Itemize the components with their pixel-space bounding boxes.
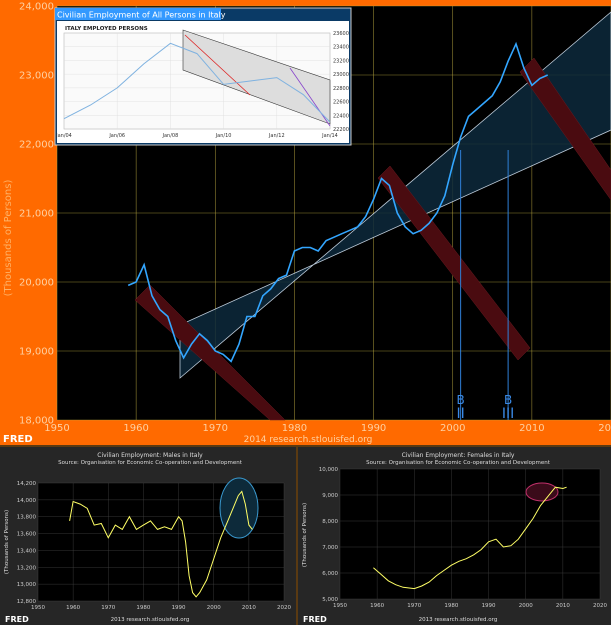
main-fred-logo: FRED [3, 434, 33, 445]
inset-title: Civilian Employment of All Persons in It… [57, 11, 226, 20]
males-fred-logo: FRED [5, 615, 29, 624]
inset-x-tick-label: Jan/12 [268, 133, 285, 139]
males-footer: 2013 research.stlouisfed.org [111, 617, 190, 623]
males-title: Civilian Employment: Males in Italy [97, 452, 203, 459]
inset-y-tick-label: 22600 [333, 100, 349, 106]
main-x-tick-label: 1960 [123, 423, 148, 434]
females-x-tick-label: 1960 [370, 603, 384, 609]
main-y-tick-label: 19,000 [19, 347, 54, 358]
main-y-tick-label: 22,000 [19, 140, 54, 151]
females-source: Source: Organisation for Economic Co-ope… [366, 460, 551, 466]
males-x-tick-label: 1990 [172, 605, 186, 611]
inset-x-tick-label: Jan/06 [108, 133, 125, 139]
main-marker-roman: III [502, 406, 514, 422]
inset-y-tick-label: 23400 [333, 45, 349, 51]
males-x-tick-label: 2000 [207, 605, 221, 611]
females-y-tick-label: 7,000 [322, 545, 338, 551]
females-y-tick-label: 8,000 [322, 519, 338, 525]
females-footer: 2013 research.stlouisfed.org [419, 617, 498, 623]
males-x-tick-label: 1980 [136, 605, 150, 611]
females-x-tick-label: 1970 [407, 603, 421, 609]
inset-chart: Civilian Employment of All Persons in It… [54, 7, 352, 146]
males-y-tick-label: 13,800 [17, 515, 37, 521]
males-x-tick-label: 1970 [101, 605, 115, 611]
females-y-tick-label: 10,000 [319, 467, 339, 473]
females-y-tick-label: 9,000 [322, 493, 338, 499]
inset-x-tick-label: Jan/04 [55, 133, 72, 139]
males-x-tick-label: 2020 [277, 605, 291, 611]
inset-subtitle: ITALY EMPLOYED PERSONS [65, 26, 148, 32]
females-title: Civilian Employment: Females in Italy [402, 452, 515, 459]
males-y-tick-label: 14,200 [17, 481, 37, 487]
females-y-axis-label: (Thousands of Persons) [302, 503, 308, 567]
main-y-tick-label: 24,000 [19, 2, 54, 13]
main-chart: BIIBIII 24,00023,00022,00021,00020,00019… [0, 0, 611, 445]
main-x-tick-label: 1980 [282, 423, 307, 434]
inset-y-tick-label: 22800 [333, 86, 349, 92]
females-y-tick-label: 6,000 [322, 571, 338, 577]
inset-y-tick-label: 23200 [333, 58, 349, 64]
males-x-tick-label: 1960 [66, 605, 80, 611]
inset-y-tick-label: 23000 [333, 72, 349, 78]
inset-x-tick-label: Jan/08 [162, 133, 179, 139]
males-y-tick-label: 13,600 [17, 532, 37, 538]
main-marker-letter: B [457, 393, 465, 407]
main-footer: 2014 research.stlouisfed.org [244, 435, 373, 445]
males-x-tick-label: 1950 [31, 605, 45, 611]
main-x-tick-label: 1970 [203, 423, 228, 434]
females-chart: Civilian Employment: Females in Italy So… [298, 447, 611, 625]
females-x-tick-label: 2020 [593, 603, 607, 609]
males-y-tick-label: 13,000 [17, 582, 37, 588]
males-x-tick-label: 2010 [242, 605, 256, 611]
females-x-tick-label: 1980 [444, 603, 458, 609]
females-highlight-circle [525, 482, 559, 502]
main-x-tick-label: 2010 [519, 423, 544, 434]
main-x-tick-label: 2020 [598, 423, 611, 434]
main-x-tick-label: 2000 [440, 423, 465, 434]
inset-x-tick-label: Jan/10 [215, 133, 232, 139]
males-y-tick-label: 13,200 [17, 565, 37, 571]
males-chart: Civilian Employment: Males in Italy Sour… [0, 447, 296, 625]
males-y-tick-label: 14,000 [17, 498, 37, 504]
females-x-tick-label: 1990 [482, 603, 496, 609]
main-x-tick-label: 1950 [44, 423, 69, 434]
males-y-tick-label: 13,400 [17, 548, 37, 554]
females-x-tick-label: 2000 [519, 603, 533, 609]
main-marker-roman: II [456, 406, 464, 422]
main-y-axis-label: (Thousands of Persons) [3, 180, 14, 297]
inset-y-tick-label: 23600 [333, 31, 349, 37]
males-source: Source: Organisation for Economic Co-ope… [58, 460, 243, 466]
males-y-axis-label: (Thousands of Persons) [4, 510, 10, 574]
main-y-tick-label: 20,000 [19, 278, 54, 289]
females-fred-logo: FRED [303, 615, 327, 624]
main-y-tick-label: 21,000 [19, 209, 54, 220]
inset-x-tick-label: Jan/14 [321, 133, 338, 139]
females-x-tick-label: 2010 [556, 603, 570, 609]
inset-y-tick-label: 22400 [333, 113, 349, 119]
main-x-tick-label: 1990 [361, 423, 386, 434]
main-y-tick-label: 23,000 [19, 71, 54, 82]
main-marker-letter: B [504, 393, 512, 407]
females-x-tick-label: 1950 [333, 603, 347, 609]
